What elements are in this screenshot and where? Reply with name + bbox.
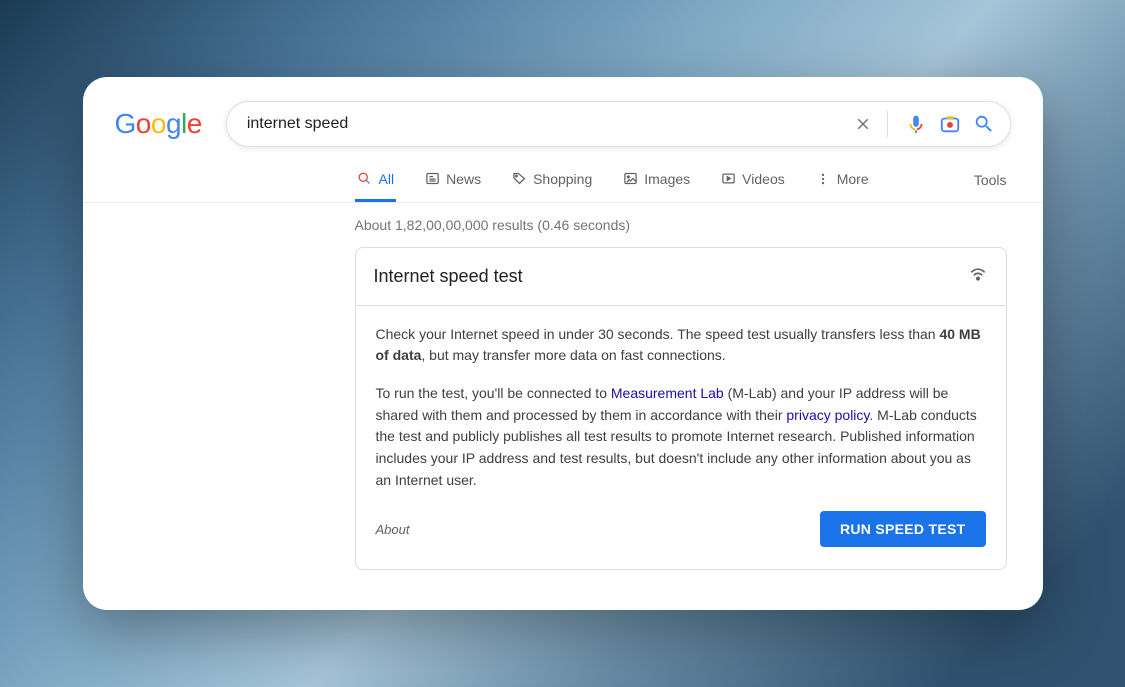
clear-icon[interactable] <box>851 112 875 136</box>
card-p2-a: To run the test, you'll be connected to <box>376 385 611 401</box>
tab-news-label: News <box>446 171 481 187</box>
result-stats: About 1,82,00,00,000 results (0.46 secon… <box>355 217 1011 233</box>
tab-all[interactable]: All <box>355 161 397 202</box>
tag-icon <box>511 171 527 187</box>
card-body: Check your Internet speed in under 30 se… <box>356 306 1006 492</box>
search-actions <box>851 111 996 137</box>
tab-images-label: Images <box>644 171 690 187</box>
search-divider <box>887 111 888 137</box>
camera-icon[interactable] <box>938 112 962 136</box>
tab-videos-label: Videos <box>742 171 785 187</box>
measurement-lab-link[interactable]: Measurement Lab <box>611 385 724 401</box>
tab-images[interactable]: Images <box>620 161 692 202</box>
more-icon <box>815 171 831 187</box>
search-icon[interactable] <box>972 112 996 136</box>
mic-icon[interactable] <box>904 112 928 136</box>
results: About 1,82,00,00,000 results (0.46 secon… <box>83 203 1043 571</box>
search-input[interactable] <box>247 115 851 133</box>
tab-all-label: All <box>379 171 395 187</box>
tools-link[interactable]: Tools <box>974 162 1007 200</box>
run-speed-test-button[interactable]: RUN SPEED TEST <box>820 511 986 547</box>
tabs-row: All News Shopping Images <box>83 161 1043 202</box>
tab-shopping[interactable]: Shopping <box>509 161 594 202</box>
about-link[interactable]: About <box>376 522 410 537</box>
news-icon <box>424 171 440 187</box>
tabs: All News Shopping Images <box>355 161 871 202</box>
google-logo[interactable]: Google <box>115 108 202 140</box>
card-title: Internet speed test <box>374 266 523 287</box>
card-header: Internet speed test <box>356 248 1006 306</box>
top-bar: Google <box>83 101 1043 161</box>
card-footer: About RUN SPEED TEST <box>356 507 1006 569</box>
card-p1-a: Check your Internet speed in under 30 se… <box>376 326 940 342</box>
window: Google <box>83 77 1043 611</box>
tab-videos[interactable]: Videos <box>718 161 787 202</box>
card-p1: Check your Internet speed in under 30 se… <box>376 324 986 367</box>
tab-news[interactable]: News <box>422 161 483 202</box>
speed-test-card: Internet speed test Check your Internet … <box>355 247 1007 571</box>
privacy-policy-link[interactable]: privacy policy <box>786 407 869 423</box>
tab-shopping-label: Shopping <box>533 171 592 187</box>
search-small-icon <box>357 171 373 187</box>
search-box[interactable] <box>226 101 1011 147</box>
card-p1-c: , but may transfer more data on fast con… <box>421 347 725 363</box>
tab-more-label: More <box>837 171 869 187</box>
image-icon <box>622 171 638 187</box>
card-p2: To run the test, you'll be connected to … <box>376 383 986 491</box>
tab-more[interactable]: More <box>813 161 871 202</box>
wifi-icon <box>968 264 988 289</box>
video-icon <box>720 171 736 187</box>
